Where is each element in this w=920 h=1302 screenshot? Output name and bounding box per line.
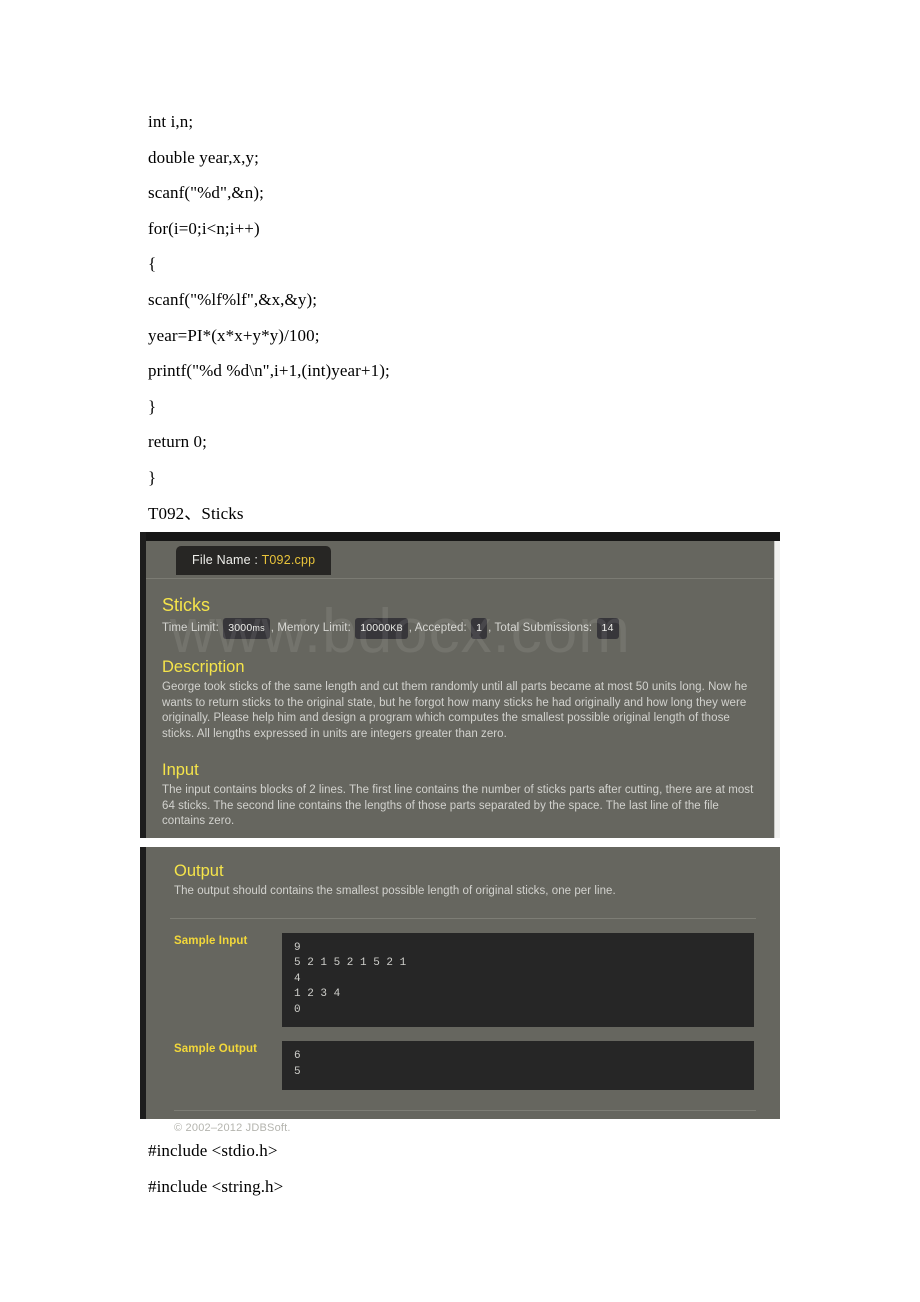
memory-limit-label: Memory Limit:	[277, 622, 351, 634]
panel-scrollbar-strip[interactable]	[774, 541, 780, 838]
code-line: double year,x,y;	[148, 147, 259, 167]
document-code-top: int i,n; double year,x,y; scanf("%d",&n)…	[148, 104, 788, 531]
stats-sep: ,	[270, 622, 275, 634]
code-line: scanf("%lf%lf",&x,&y);	[148, 289, 318, 309]
accepted-label: Accepted:	[414, 622, 467, 634]
description-heading: Description	[162, 658, 245, 676]
footer-copyright: © 2002–2012 JDBSoft.	[174, 1122, 291, 1134]
code-line: {	[148, 254, 157, 274]
code-line: }	[148, 396, 157, 416]
output-body: The output should contains the smallest …	[174, 885, 616, 897]
file-name-label: File Name :	[192, 553, 259, 567]
document-code-bottom: #include <stdio.h> #include <string.h>	[148, 1133, 788, 1204]
memory-limit-unit: KB	[390, 623, 403, 633]
sample-input-box: 9 5 2 1 5 2 1 5 2 1 4 1 2 3 4 0	[282, 932, 754, 1027]
problem-stats: Time Limit: 3000ms, Memory Limit: 10000K…	[162, 618, 761, 639]
code-line: scanf("%d",&n);	[148, 183, 264, 203]
output-heading: Output	[174, 862, 224, 880]
sample-output-label: Sample Output	[174, 1043, 258, 1055]
file-name-tab[interactable]: File Name : T092.cpp	[176, 546, 332, 575]
input-heading: Input	[162, 761, 199, 779]
sample-output-row: Sample Output 6 5	[158, 1027, 768, 1090]
time-limit-badge: 3000ms	[223, 618, 270, 639]
code-line: return 0;	[148, 432, 207, 452]
submissions-badge: 14	[596, 618, 619, 639]
problem-panel-bottom: Output The output should contains the sm…	[140, 847, 780, 1134]
problem-heading-line: T092、Sticks	[148, 503, 244, 523]
memory-limit-value: 10000	[360, 622, 391, 634]
time-limit-label: Time Limit:	[162, 622, 219, 634]
stats-sep: ,	[408, 622, 413, 634]
input-body: The input contains blocks of 2 lines. Th…	[162, 784, 754, 827]
sample-input-label: Sample Input	[174, 934, 248, 947]
submissions-label: Total Submissions:	[494, 622, 593, 634]
code-line: printf("%d %d\n",i+1,(int)year+1);	[148, 361, 390, 381]
accepted-badge: 1	[471, 618, 488, 639]
code-line: }	[148, 467, 157, 487]
problem-panel-top: File Name : T092.cpp Sticks Time Limit: …	[140, 532, 780, 838]
description-body: George took sticks of the same length an…	[162, 681, 748, 740]
code-line: #include <stdio.h>	[148, 1141, 278, 1160]
stats-sep: ,	[488, 622, 492, 634]
time-limit-unit: ms	[252, 623, 265, 633]
code-line: for(i=0;i<n;i++)	[148, 218, 260, 238]
panel-top-bar	[140, 532, 780, 541]
sample-output-box: 6 5	[282, 1041, 754, 1090]
time-limit-value: 3000	[228, 622, 253, 634]
memory-limit-badge: 10000KB	[355, 618, 408, 639]
file-name-value: T092.cpp	[261, 553, 316, 567]
code-line: year=PI*(x*x+y*y)/100;	[148, 325, 320, 345]
code-line: int i,n;	[148, 112, 194, 131]
problem-title: Sticks	[162, 595, 211, 615]
code-line: #include <string.h>	[148, 1176, 284, 1196]
sample-input-row: Sample Input 9 5 2 1 5 2 1 5 2 1 4 1 2 3…	[158, 919, 768, 1027]
